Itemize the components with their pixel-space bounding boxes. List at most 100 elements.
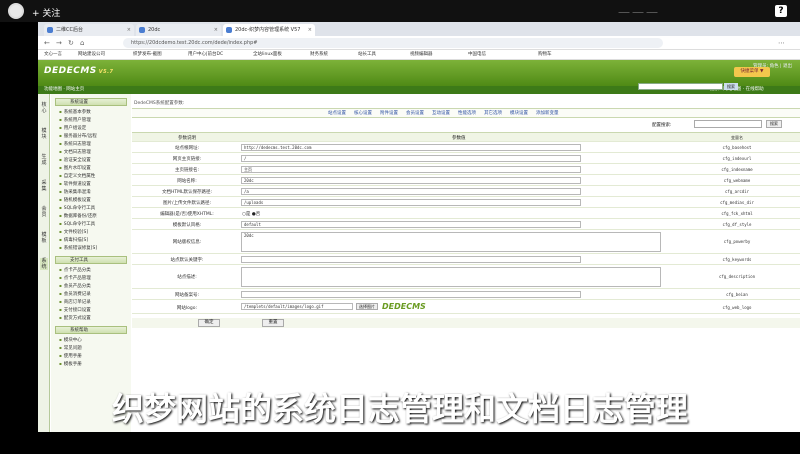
row-input[interactable]: 20dc bbox=[241, 177, 581, 184]
tab-1[interactable]: 二维CC后台 × bbox=[44, 24, 134, 36]
tab-other[interactable]: 其它选项 bbox=[484, 110, 502, 118]
menu-item[interactable]: 点卡产品管理 bbox=[59, 275, 91, 281]
menu-item[interactable]: 模板手册 bbox=[59, 361, 82, 367]
vnav-system[interactable]: 系统 bbox=[40, 258, 48, 270]
menu-item[interactable]: 病毒扫描[S] bbox=[59, 237, 88, 243]
menu-item[interactable]: 系统基本参数 bbox=[59, 109, 91, 115]
menu-item[interactable]: 验证安全设置 bbox=[59, 157, 91, 163]
menu-item[interactable]: 会员消费记录 bbox=[59, 291, 91, 297]
row-textarea[interactable]: 20dc bbox=[241, 232, 661, 252]
tab-add-var[interactable]: 添加新变量 bbox=[536, 110, 559, 118]
menu-item[interactable]: SQL命令行工具 bbox=[59, 205, 95, 211]
home-icon[interactable]: ⌂ bbox=[80, 39, 84, 47]
close-icon[interactable]: × bbox=[214, 24, 218, 36]
reset-button[interactable]: 重置 bbox=[262, 319, 284, 327]
strip-left-links[interactable]: 功能地图 · 网站主页 bbox=[44, 86, 84, 94]
choose-image-button[interactable]: 选择图片 bbox=[356, 303, 378, 310]
menu-item[interactable]: 系统错误修复[S] bbox=[59, 245, 97, 251]
row-input[interactable]: /templets/default/images/logo.gif bbox=[241, 303, 353, 310]
menu-section-system[interactable]: 系统设置 bbox=[55, 98, 127, 106]
close-icon[interactable]: × bbox=[308, 24, 312, 36]
menu-item[interactable]: 服务器分布/远程 bbox=[59, 133, 97, 139]
menu-icon[interactable]: ⋯ bbox=[778, 39, 785, 47]
tab-site[interactable]: 站点设置 bbox=[328, 110, 346, 118]
menu-item[interactable]: 配货方式设置 bbox=[59, 315, 91, 321]
tab-perf[interactable]: 性能选项 bbox=[458, 110, 476, 118]
menu-item[interactable]: 商店订单记录 bbox=[59, 299, 91, 305]
avatar[interactable] bbox=[8, 3, 24, 19]
bookmark[interactable]: 文心一言 bbox=[44, 50, 62, 59]
site-search-button[interactable]: 搜索 bbox=[724, 83, 738, 90]
tab-core[interactable]: 核心设置 bbox=[354, 110, 372, 118]
shortcut-menu-button[interactable]: 快捷菜单 ▼ bbox=[734, 67, 770, 77]
menu-item[interactable]: 会员产品分类 bbox=[59, 283, 91, 289]
bookmark[interactable]: 中国电信 bbox=[468, 50, 486, 59]
vnav-member[interactable]: 会员 bbox=[40, 206, 48, 218]
menu-item[interactable]: SQL命令行工具 bbox=[59, 221, 95, 227]
row-input[interactable]: http://dedecms.test.20dc.com bbox=[241, 144, 581, 151]
config-search-button[interactable]: 搜索 bbox=[766, 120, 782, 128]
row-input[interactable] bbox=[241, 291, 581, 298]
tab-module[interactable]: 模块设置 bbox=[510, 110, 528, 118]
menu-item[interactable]: 系统日志管理 bbox=[59, 141, 91, 147]
tab-member[interactable]: 会员设置 bbox=[406, 110, 424, 118]
menu-item[interactable]: 数据库备份/还原 bbox=[59, 213, 97, 219]
menu-item[interactable]: 图片水印设置 bbox=[59, 165, 91, 171]
vnav-template[interactable]: 模板 bbox=[40, 232, 48, 244]
reload-icon[interactable]: ↻ bbox=[68, 39, 74, 47]
bookmark[interactable]: 购物车 bbox=[538, 50, 552, 59]
menu-item[interactable]: 支付接口设置 bbox=[59, 307, 91, 313]
row-textarea[interactable] bbox=[241, 267, 661, 287]
menu-section-help[interactable]: 系统帮助 bbox=[55, 326, 127, 334]
menu-item[interactable]: 文件校验[S] bbox=[59, 229, 88, 235]
row-input[interactable] bbox=[241, 256, 581, 263]
row-input[interactable]: /uploads bbox=[241, 199, 581, 206]
tab-interact[interactable]: 互动设置 bbox=[432, 110, 450, 118]
tab-attach[interactable]: 附件设置 bbox=[380, 110, 398, 118]
tab-2[interactable]: 20dc × bbox=[136, 24, 221, 36]
follow-button[interactable]: + 关注 bbox=[32, 6, 60, 19]
config-search-input[interactable] bbox=[694, 120, 762, 128]
bookmark[interactable]: 全站linux面板 bbox=[253, 50, 282, 59]
row-input[interactable]: /a bbox=[241, 188, 581, 195]
bookmark[interactable]: 财务系统 bbox=[310, 50, 328, 59]
tab-label: 20dc-织梦内容管理系统 V57 bbox=[235, 27, 301, 33]
bookmark[interactable]: 用户中心|前台DC bbox=[188, 50, 223, 59]
bookmark[interactable]: 织梦发布-截图 bbox=[133, 50, 162, 59]
menu-item[interactable]: 使用手册 bbox=[59, 353, 82, 359]
save-button[interactable]: 确定 bbox=[198, 319, 220, 327]
site-search-input[interactable] bbox=[638, 83, 723, 90]
bookmark[interactable]: 视频编辑器 bbox=[410, 50, 433, 59]
close-icon[interactable]: × bbox=[127, 24, 131, 36]
url-input[interactable]: https://20dcdemo.test.20dc.com/dede/inde… bbox=[123, 38, 663, 48]
menu-item[interactable]: 文档日志管理 bbox=[59, 149, 91, 155]
forward-icon[interactable]: → bbox=[56, 39, 62, 47]
menu-item[interactable]: 模块中心 bbox=[59, 337, 82, 343]
vnav-module[interactable]: 模块 bbox=[40, 128, 48, 140]
video-subtitle: 织梦网站的系统日志管理和文档日志管理 bbox=[111, 390, 688, 428]
row-input[interactable]: 主页 bbox=[241, 166, 581, 173]
help-icon[interactable]: ? bbox=[775, 5, 787, 17]
bookmark[interactable]: 站长工具 bbox=[358, 50, 376, 59]
menu-item[interactable]: 随机模板设置 bbox=[59, 197, 91, 203]
vnav-core[interactable]: 核心 bbox=[40, 102, 48, 114]
row-label: 模板默认风格: bbox=[172, 223, 202, 228]
row-label: 网站版权信息: bbox=[172, 240, 202, 245]
menu-item[interactable]: 点卡产品分类 bbox=[59, 267, 91, 273]
row-input[interactable]: default bbox=[241, 221, 581, 228]
menu-item[interactable]: 常见问题 bbox=[59, 345, 82, 351]
vnav-collect[interactable]: 采集 bbox=[40, 180, 48, 192]
xhtml-radio-group[interactable]: ○是 ●否 bbox=[242, 211, 260, 217]
bookmark[interactable]: 网站建设公司 bbox=[78, 50, 105, 59]
menu-item[interactable]: 防采集串混淆 bbox=[59, 189, 91, 195]
back-icon[interactable]: ← bbox=[44, 39, 50, 47]
menu-item[interactable]: 自定义文档属性 bbox=[59, 173, 96, 179]
row-input[interactable]: / bbox=[241, 155, 581, 162]
favicon-icon bbox=[139, 27, 145, 33]
menu-section-payment[interactable]: 支付工具 bbox=[55, 256, 127, 264]
menu-item[interactable]: 软件频道设置 bbox=[59, 181, 91, 187]
menu-item[interactable]: 系统用户管理 bbox=[59, 117, 91, 123]
menu-item[interactable]: 用户组设定 bbox=[59, 125, 87, 131]
tab-3-active[interactable]: 20dc-织梦内容管理系统 V57 × bbox=[223, 24, 315, 36]
vnav-generate[interactable]: 生成 bbox=[40, 154, 48, 166]
